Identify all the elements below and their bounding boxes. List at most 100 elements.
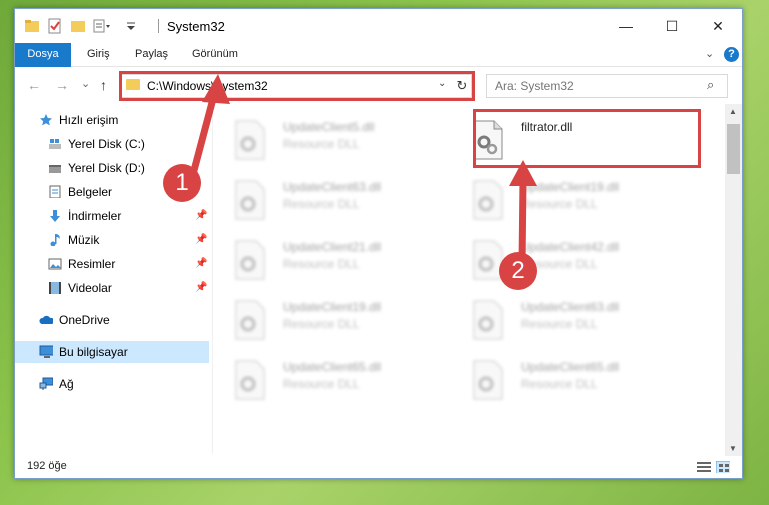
sidebar-item-drive-c[interactable]: Yerel Disk (C:)	[15, 133, 209, 155]
file-name: UpdateClient21.dll	[283, 240, 382, 254]
pictures-icon	[48, 258, 62, 270]
search-box[interactable]: ⌕	[486, 74, 728, 98]
sidebar-item-label: Ağ	[59, 377, 74, 391]
title-bar: System32 — ☐ ✕	[15, 9, 742, 43]
quick-access-dropdown-icon[interactable]	[126, 18, 136, 34]
sidebar-item-label: Bu bilgisayar	[59, 345, 128, 359]
dll-file-icon	[235, 360, 265, 400]
sidebar-item-label: İndirmeler	[68, 209, 122, 223]
properties-icon[interactable]	[47, 18, 63, 34]
sidebar-item-pictures[interactable]: Resimler 📌	[15, 253, 209, 275]
file-type: Resource DLL	[521, 377, 598, 391]
tab-home[interactable]: Giriş	[87, 43, 110, 66]
file-item[interactable]: UpdateClient63.dll Resource DLL	[213, 174, 443, 224]
file-name: UpdateClient65.dll	[521, 360, 620, 374]
search-input[interactable]	[493, 78, 697, 94]
step-1-badge: 1	[163, 164, 201, 202]
vertical-scrollbar[interactable]: ▲ ▼	[725, 104, 742, 456]
window-title: System32	[167, 19, 225, 34]
file-type: Resource DLL	[283, 197, 360, 211]
maximize-button[interactable]: ☐	[649, 9, 695, 43]
search-icon[interactable]: ⌕	[707, 77, 714, 93]
file-name: UpdateClient42.dll	[521, 240, 620, 254]
pin-icon[interactable]: 📌	[195, 253, 207, 275]
file-item[interactable]: UpdateClient65.dll Resource DLL	[451, 354, 681, 404]
minimize-button[interactable]: —	[603, 9, 649, 43]
explorer-window: System32 — ☐ ✕ Dosya Giriş Paylaş Görünü…	[14, 8, 743, 479]
sidebar-item-label: Yerel Disk (C:)	[68, 137, 145, 151]
file-item[interactable]: UpdateClient21.dll Resource DLL	[213, 234, 443, 284]
scroll-down-icon[interactable]: ▼	[729, 444, 737, 453]
pin-icon[interactable]: 📌	[195, 205, 207, 227]
star-icon	[40, 114, 52, 126]
recent-locations-button[interactable]: ⌄	[81, 77, 90, 90]
file-type: Resource DLL	[283, 257, 360, 271]
sidebar-item-quick-access[interactable]: Hızlı erişim	[15, 109, 209, 131]
tab-view[interactable]: Görünüm	[192, 43, 238, 66]
scroll-thumb[interactable]	[727, 124, 740, 174]
forward-button[interactable]: →	[55, 77, 69, 93]
details-view-icon[interactable]	[697, 461, 711, 473]
new-folder-icon[interactable]	[70, 18, 86, 34]
dll-file-icon	[235, 300, 265, 340]
sidebar-item-label: Resimler	[68, 257, 116, 271]
back-button[interactable]: ←	[27, 77, 41, 93]
pin-icon[interactable]: 📌	[195, 277, 207, 299]
dll-file-icon	[235, 240, 265, 280]
ribbon-tabs: Dosya Giriş Paylaş Görünüm ⌄ ?	[15, 43, 742, 93]
file-item[interactable]: UpdateClient19.dll Resource DLL	[451, 174, 681, 224]
dll-file-icon	[473, 360, 503, 400]
file-type: Resource DLL	[283, 377, 360, 391]
ribbon-collapse-icon[interactable]: ⌄	[705, 47, 714, 60]
network-icon	[39, 377, 53, 390]
documents-icon	[49, 185, 61, 198]
dll-file-icon	[235, 120, 265, 160]
sidebar-item-videos[interactable]: Videolar 📌	[15, 277, 209, 299]
sidebar-item-label: Hızlı erişim	[59, 113, 119, 127]
download-icon	[50, 210, 60, 222]
sidebar-item-label: Videolar	[68, 281, 112, 295]
file-name: UpdateClient19.dll	[283, 300, 382, 314]
file-highlight-box	[473, 109, 701, 168]
file-item[interactable]: UpdateClient63.dll Resource DLL	[451, 294, 681, 344]
file-item[interactable]: UpdateClient42.dll Resource DLL	[451, 234, 681, 284]
title-separator	[158, 19, 159, 33]
tab-share[interactable]: Paylaş	[135, 43, 168, 66]
navigation-pane: Hızlı erişim Yerel Disk (C:) Yerel Disk …	[15, 104, 212, 456]
cloud-icon	[39, 315, 53, 324]
sidebar-item-music[interactable]: Müzik 📌	[15, 229, 209, 251]
file-name: UpdateClient5.dll	[283, 120, 375, 134]
computer-icon	[39, 345, 53, 358]
step-2-badge: 2	[499, 252, 537, 290]
sidebar-item-label: OneDrive	[59, 313, 110, 327]
sidebar-item-downloads[interactable]: İndirmeler 📌	[15, 205, 209, 227]
status-bar: 192 öğe	[15, 456, 742, 478]
file-type: Resource DLL	[521, 317, 598, 331]
file-name: UpdateClient19.dll	[521, 180, 620, 194]
file-name: UpdateClient63.dll	[521, 300, 620, 314]
close-button[interactable]: ✕	[695, 9, 741, 43]
pin-icon[interactable]: 📌	[195, 229, 207, 251]
sidebar-item-this-pc[interactable]: Bu bilgisayar	[15, 341, 209, 363]
up-button[interactable]: ↑	[100, 77, 107, 93]
scroll-up-icon[interactable]: ▲	[729, 107, 737, 116]
file-item[interactable]: UpdateClient65.dll Resource DLL	[213, 354, 443, 404]
folder-icon[interactable]	[24, 18, 40, 34]
file-item[interactable]: UpdateClient19.dll Resource DLL	[213, 294, 443, 344]
sidebar-item-label: Müzik	[68, 233, 100, 247]
dll-file-icon	[235, 180, 265, 220]
file-type: Resource DLL	[521, 197, 598, 211]
customize-toolbar-icon[interactable]	[93, 18, 111, 34]
address-highlight-box	[119, 71, 475, 101]
large-icons-view-icon[interactable]	[716, 461, 730, 473]
file-name: UpdateClient63.dll	[283, 180, 382, 194]
file-name: UpdateClient65.dll	[283, 360, 382, 374]
help-icon[interactable]: ?	[724, 47, 739, 62]
sidebar-item-onedrive[interactable]: OneDrive	[15, 309, 209, 331]
drive-icon	[49, 139, 61, 149]
music-icon	[50, 234, 60, 246]
sidebar-item-network[interactable]: Ağ	[15, 373, 209, 395]
sidebar-item-label: Belgeler	[68, 185, 113, 199]
dll-file-icon	[473, 300, 503, 340]
file-item[interactable]: UpdateClient5.dll Resource DLL	[213, 114, 443, 164]
